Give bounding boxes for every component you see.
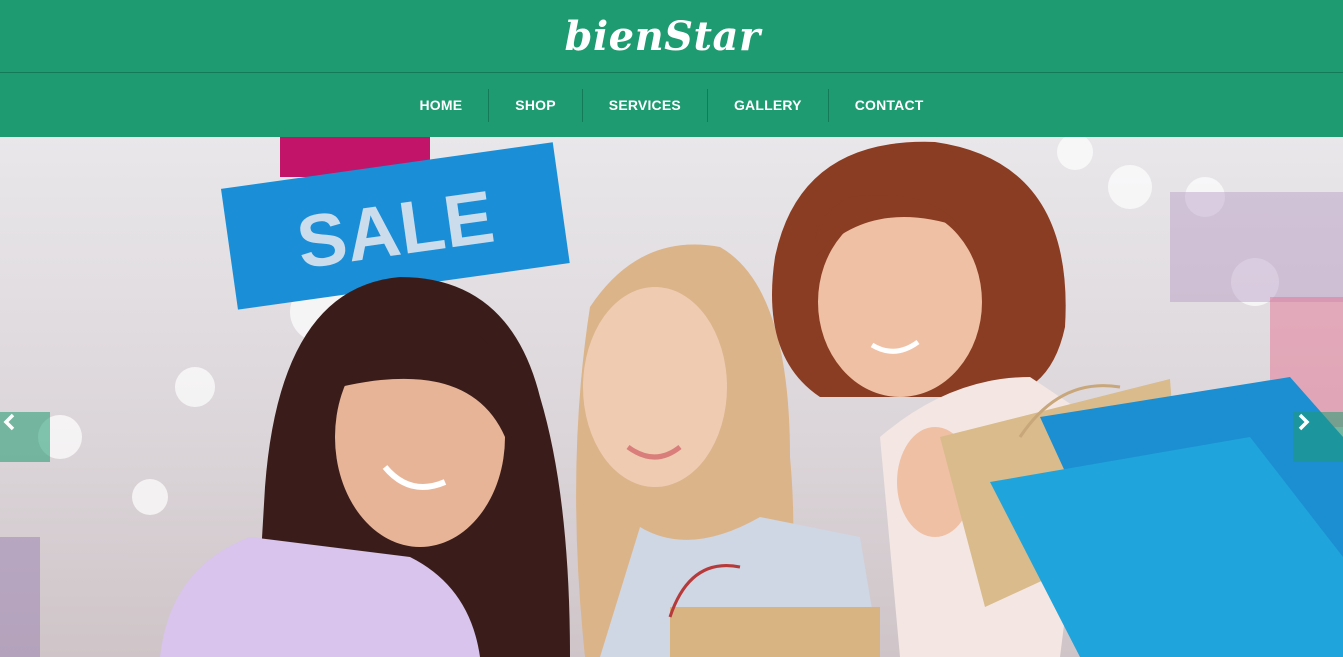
hero-slider: SALE <box>0 137 1343 657</box>
nav-shop-link[interactable]: SHOP <box>489 89 581 122</box>
nav-contact-link[interactable]: CONTACT <box>829 89 950 122</box>
hero-image: SALE <box>0 137 1343 657</box>
site-header: bienStar <box>0 0 1343 72</box>
chevron-left-icon <box>3 413 15 431</box>
site-logo[interactable]: bienStar <box>564 13 760 60</box>
main-nav: HOME SHOP SERVICES GALLERY CONTACT <box>0 72 1343 137</box>
slider-prev-button[interactable] <box>0 412 50 462</box>
slider-next-button[interactable] <box>1293 412 1343 462</box>
nav-gallery-link[interactable]: GALLERY <box>708 89 828 122</box>
nav-home-link[interactable]: HOME <box>393 89 488 122</box>
chevron-right-icon <box>1298 413 1310 431</box>
nav-services-link[interactable]: SERVICES <box>583 89 707 122</box>
